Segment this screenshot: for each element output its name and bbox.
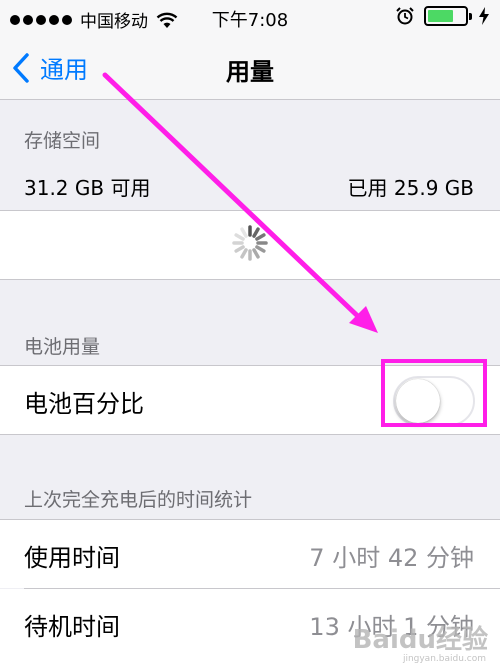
alarm-clock-icon xyxy=(396,7,414,25)
time-stats-section-header: 上次完全充电后的时间统计 xyxy=(24,489,253,511)
navigation-bar: 通用 用量 xyxy=(0,36,500,100)
battery-percentage-label: 电池百分比 xyxy=(24,390,144,418)
loading-cell xyxy=(0,211,500,279)
battery-section-header: 电池用量 xyxy=(24,336,101,358)
table-row: 使用时间 7 小时 42 分钟 xyxy=(0,520,500,588)
highlight-box xyxy=(381,359,487,427)
status-bar: 中国移动 下午7:08 xyxy=(0,0,500,36)
watermark-url: jingyan.baidu.com xyxy=(402,654,486,664)
divider xyxy=(0,279,500,280)
watermark: Baidu经验 xyxy=(352,625,488,655)
status-right xyxy=(396,6,490,26)
charging-bolt-icon xyxy=(479,7,489,25)
storage-available: 31.2 GB 可用 xyxy=(24,176,151,200)
usage-time-label: 使用时间 xyxy=(24,544,120,572)
storage-used: 已用 25.9 GB xyxy=(347,176,474,200)
divider xyxy=(0,434,500,435)
usage-time-value: 7 小时 42 分钟 xyxy=(309,544,474,572)
storage-summary: 31.2 GB 可用 已用 25.9 GB xyxy=(24,172,474,201)
battery-level xyxy=(428,10,454,22)
loading-spinner-icon xyxy=(232,225,268,261)
battery-icon xyxy=(424,6,472,26)
standby-time-label: 待机时间 xyxy=(24,613,120,641)
page-title: 用量 xyxy=(226,58,274,86)
storage-section-header: 存储空间 xyxy=(24,130,101,152)
